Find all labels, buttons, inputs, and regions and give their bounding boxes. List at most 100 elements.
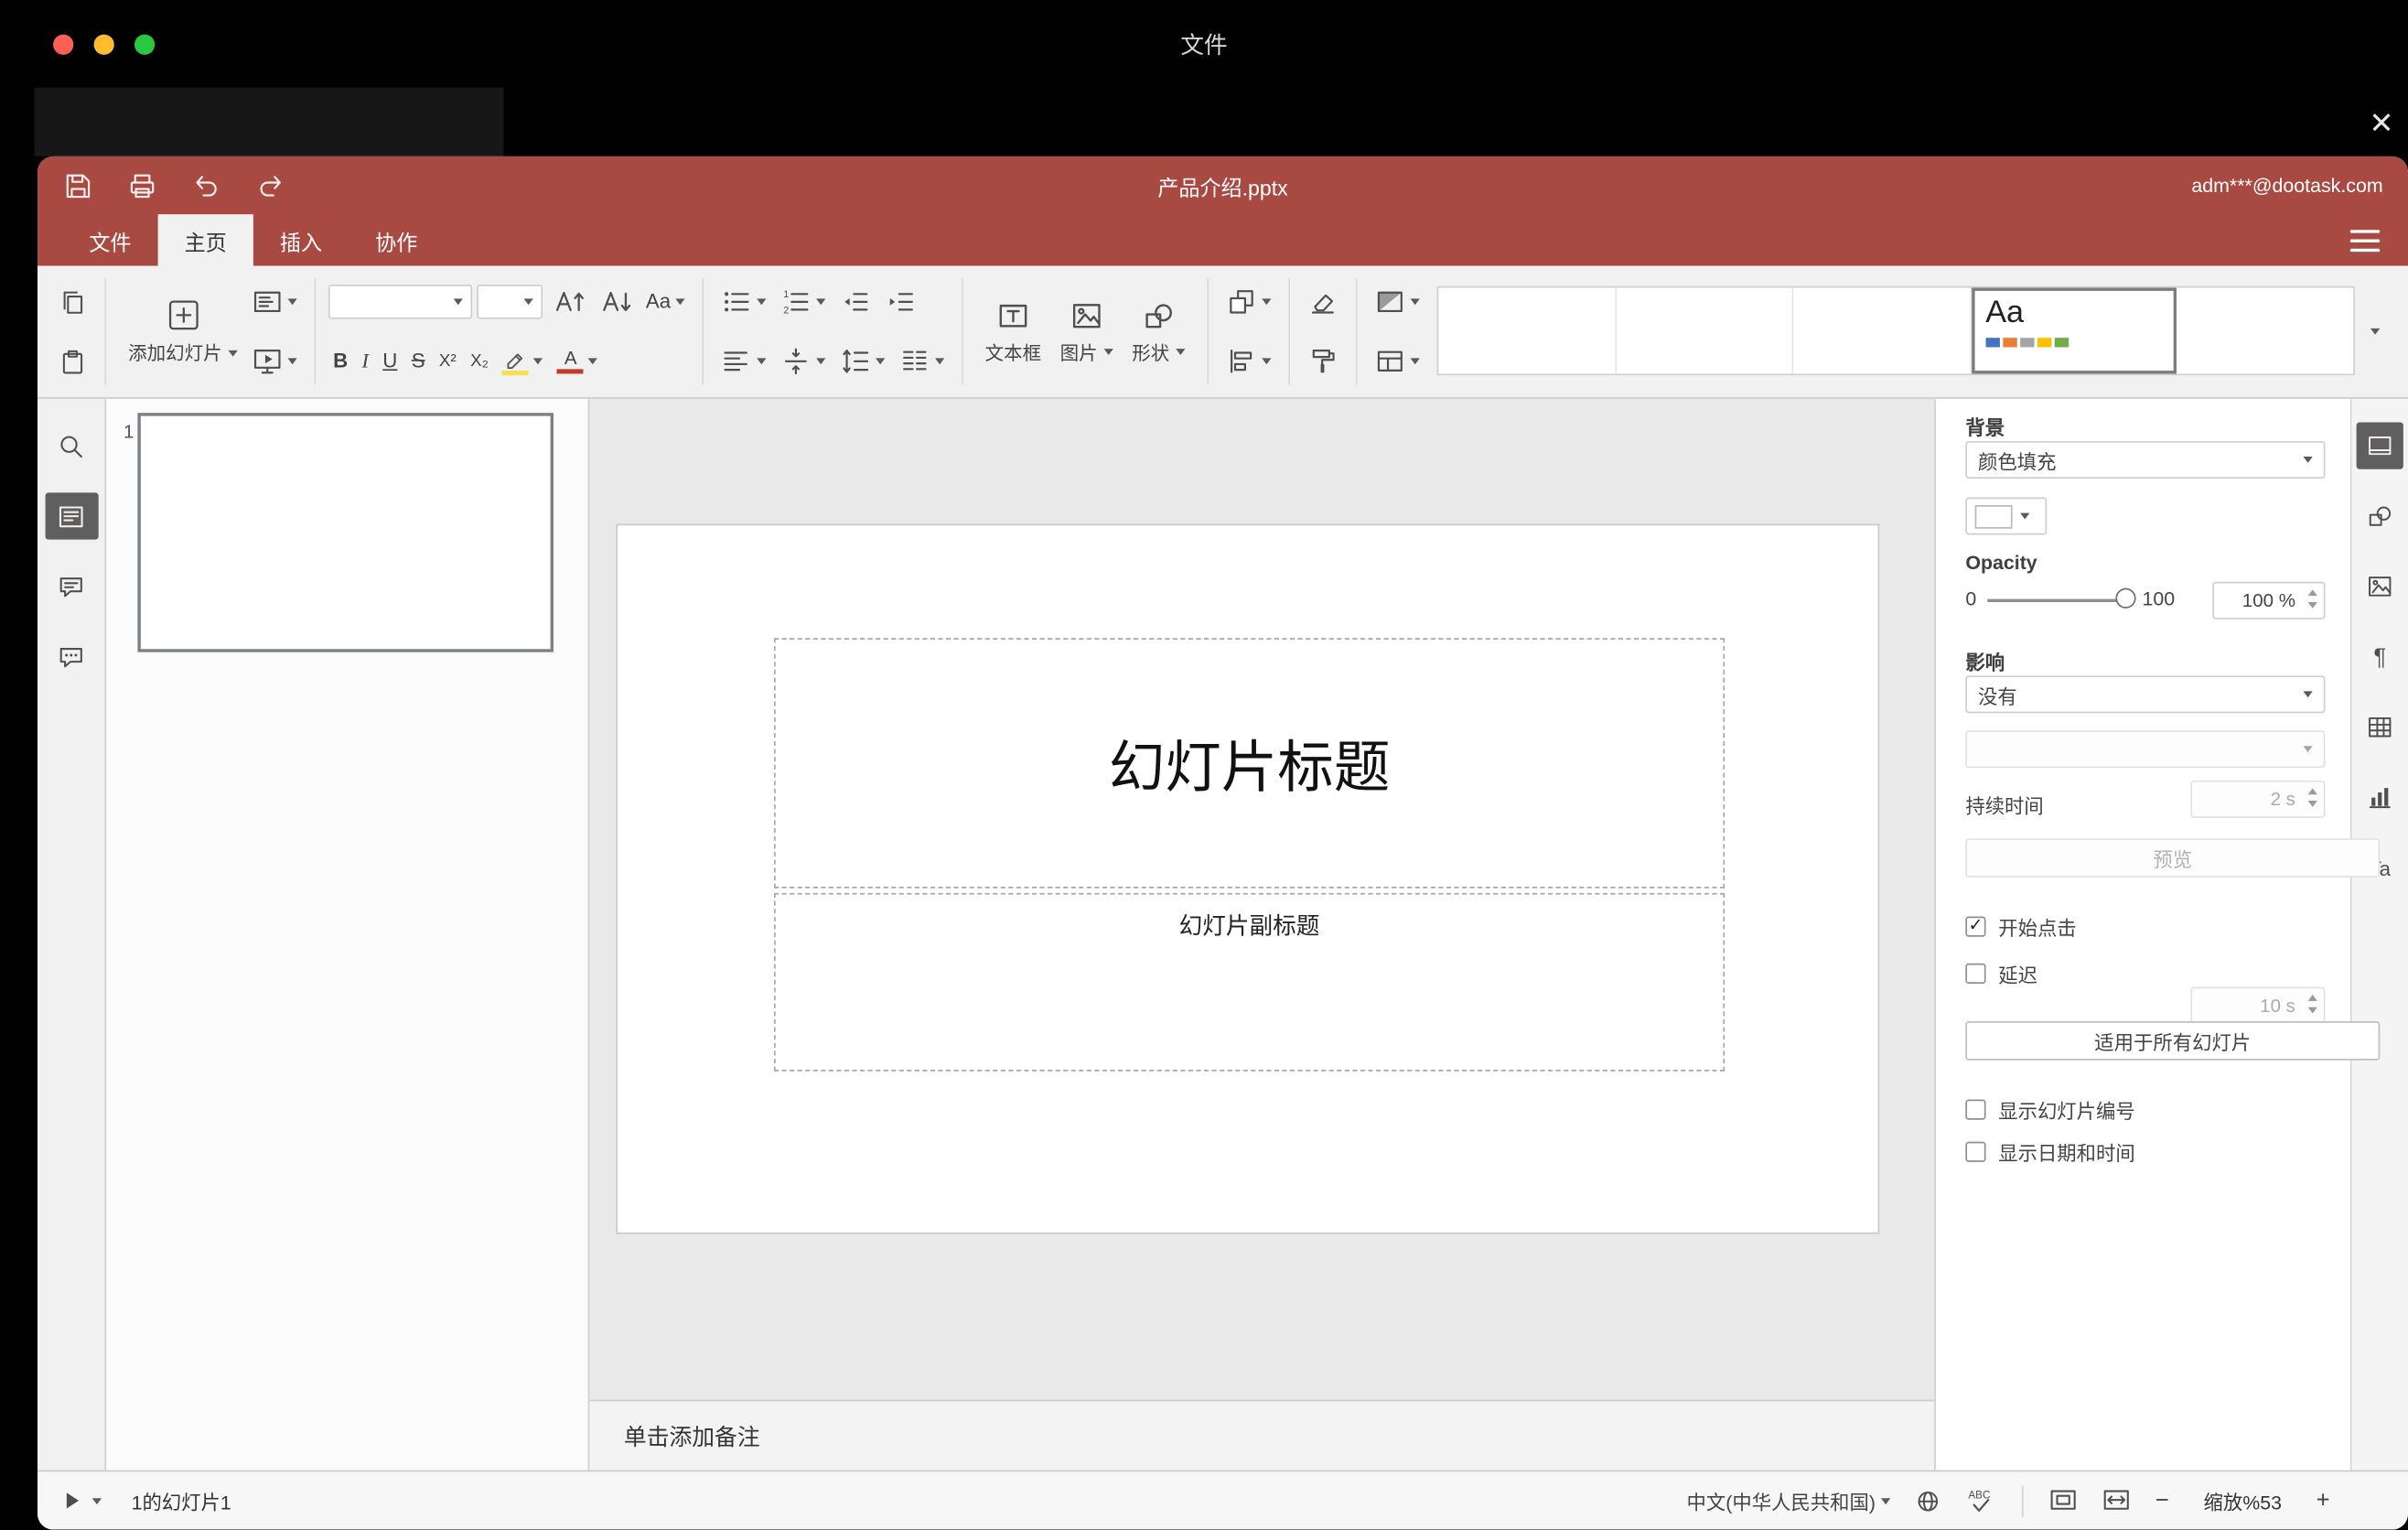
table-settings-button[interactable]: [2357, 704, 2403, 750]
slide-layout-change-button[interactable]: [1370, 342, 1424, 380]
theme-option-3[interactable]: [1793, 287, 1972, 374]
tab-file[interactable]: 文件: [62, 214, 157, 265]
font-size-select[interactable]: [477, 285, 543, 319]
fit-slide-button[interactable]: [2043, 1482, 2085, 1518]
slides-panel-button[interactable]: [44, 492, 98, 540]
tab-collaboration[interactable]: 协作: [349, 214, 444, 265]
theme-option-5[interactable]: [2177, 287, 2354, 374]
slide-thumbnail[interactable]: [137, 413, 554, 652]
italic-button[interactable]: I: [357, 347, 373, 375]
print-button[interactable]: [126, 169, 157, 200]
bold-button[interactable]: B: [328, 347, 352, 375]
increase-font-button[interactable]: [547, 282, 589, 321]
background-fill-select[interactable]: 颜色填充: [1965, 440, 2326, 479]
paragraph-settings-button[interactable]: ¶: [2357, 633, 2403, 680]
duration-input[interactable]: 2 s: [2190, 780, 2326, 818]
numbered-list-button[interactable]: 12: [776, 283, 831, 320]
theme-option-1[interactable]: [1438, 287, 1617, 374]
search-panel-button[interactable]: [45, 422, 98, 469]
align-shapes-button[interactable]: [1221, 342, 1276, 380]
delay-spinner[interactable]: [2307, 994, 2317, 1014]
spellcheck-button[interactable]: ABC: [1960, 1482, 2004, 1519]
paste-button[interactable]: [53, 343, 92, 379]
theme-option-2[interactable]: [1616, 287, 1794, 374]
opacity-slider-track[interactable]: [1987, 598, 2125, 602]
opacity-slider-knob[interactable]: [2115, 587, 2136, 609]
theme-gallery-expand-button[interactable]: [2355, 272, 2395, 391]
document-language-button[interactable]: [1908, 1483, 1949, 1518]
font-name-select[interactable]: [328, 285, 473, 319]
insert-shape-button[interactable]: 形状: [1123, 272, 1195, 391]
shape-settings-button[interactable]: [2357, 492, 2403, 539]
duration-spinner[interactable]: [2307, 788, 2317, 807]
decrease-font-button[interactable]: [594, 282, 636, 321]
decrease-indent-button[interactable]: [835, 283, 876, 320]
columns-button[interactable]: [894, 342, 949, 380]
minimize-traffic-icon[interactable]: [93, 34, 114, 55]
insert-textbox-button[interactable]: 文本框: [975, 272, 1050, 391]
comments-panel-button[interactable]: [45, 563, 98, 609]
zoom-out-button[interactable]: −: [2149, 1484, 2176, 1517]
theme-option-selected[interactable]: Aa: [1971, 287, 2177, 374]
show-slide-number-checkbox[interactable]: [1965, 1099, 1986, 1120]
start-on-click-checkbox-row[interactable]: ✓ 开始点击: [1965, 911, 2325, 941]
fit-width-button[interactable]: [2096, 1482, 2138, 1518]
close-traffic-icon[interactable]: [53, 34, 74, 55]
show-slide-number-row[interactable]: 显示幻灯片编号: [1965, 1094, 2325, 1124]
slide-title-placeholder[interactable]: 幻灯片标题: [773, 638, 1725, 889]
clear-style-button[interactable]: [1303, 283, 1343, 320]
close-icon[interactable]: ✕: [2358, 100, 2404, 146]
zoom-traffic-icon[interactable]: [134, 34, 156, 55]
redo-button[interactable]: [255, 169, 286, 200]
line-spacing-button[interactable]: [835, 342, 890, 380]
strikethrough-button[interactable]: S: [407, 347, 430, 375]
undo-button[interactable]: [191, 169, 222, 200]
horizontal-align-button[interactable]: [716, 342, 771, 380]
vertical-align-button[interactable]: [776, 342, 831, 380]
preview-button[interactable]: 预览: [1965, 838, 2381, 878]
tab-home[interactable]: 主页: [157, 214, 253, 266]
start-on-click-checkbox[interactable]: ✓: [1965, 916, 1986, 937]
tab-insert[interactable]: 插入: [253, 214, 349, 265]
slide-fill-button[interactable]: [1370, 283, 1424, 320]
subscript-button[interactable]: X₂: [466, 347, 493, 375]
font-color-button[interactable]: A: [553, 346, 603, 377]
feedback-panel-button[interactable]: [45, 633, 98, 680]
opacity-spinner[interactable]: [2307, 589, 2317, 609]
insert-image-button[interactable]: 图片: [1050, 272, 1123, 391]
slide[interactable]: 幻灯片标题 幻灯片副标题: [616, 523, 1880, 1234]
opacity-input[interactable]: 100 %: [2212, 581, 2326, 620]
superscript-button[interactable]: X²: [435, 347, 461, 375]
slide-subtitle-placeholder[interactable]: 幻灯片副标题: [773, 892, 1725, 1072]
apply-to-all-slides-button[interactable]: 适用于所有幻灯片: [1965, 1021, 2381, 1061]
copy-style-button[interactable]: [1303, 342, 1343, 380]
arrange-shapes-button[interactable]: [1221, 283, 1276, 320]
effect-option-select[interactable]: [1965, 730, 2326, 769]
bullet-list-button[interactable]: [716, 283, 771, 320]
start-slideshow-status-button[interactable]: [53, 1484, 108, 1517]
show-date-time-row[interactable]: 显示日期和时间: [1965, 1137, 2325, 1167]
background-color-select[interactable]: [1965, 497, 2048, 535]
slide-settings-button[interactable]: [2356, 422, 2403, 469]
add-slide-button[interactable]: 添加幻灯片: [119, 272, 247, 391]
svg-text:2: 2: [783, 305, 789, 316]
copy-button[interactable]: [53, 284, 92, 319]
save-button[interactable]: [62, 169, 93, 200]
chart-settings-button[interactable]: [2357, 774, 2403, 821]
delay-checkbox[interactable]: [1965, 963, 1986, 985]
zoom-in-button[interactable]: +: [2310, 1484, 2337, 1517]
delay-input[interactable]: 10 s: [2190, 986, 2326, 1025]
delay-checkbox-row[interactable]: 延迟: [1965, 959, 2325, 988]
change-case-button[interactable]: Aa: [641, 287, 690, 316]
show-date-time-checkbox[interactable]: [1965, 1141, 1986, 1162]
effect-select[interactable]: 没有: [1965, 675, 2326, 714]
increase-indent-button[interactable]: [880, 283, 920, 320]
image-settings-button[interactable]: [2357, 563, 2403, 609]
highlight-color-button[interactable]: [498, 345, 548, 378]
start-slideshow-button[interactable]: [247, 342, 302, 380]
hamburger-menu-icon[interactable]: [2347, 220, 2382, 260]
underline-button[interactable]: U: [378, 347, 402, 375]
change-slide-layout-button[interactable]: [247, 283, 302, 320]
language-select[interactable]: 中文(中华人民共和国): [1681, 1482, 1897, 1518]
notes-input[interactable]: 单击添加备注: [589, 1399, 1935, 1471]
